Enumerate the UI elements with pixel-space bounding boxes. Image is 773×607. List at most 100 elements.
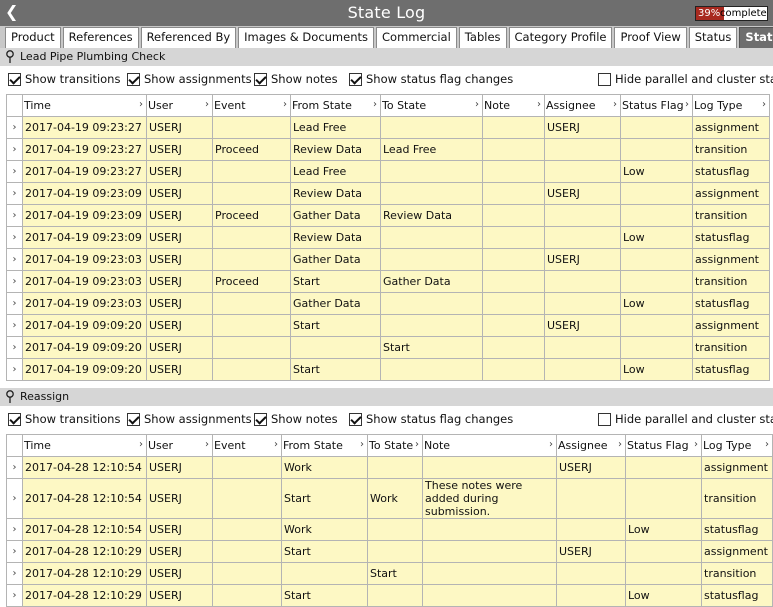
column-header-from-state[interactable]: From State › [281,434,368,457]
table-row[interactable]: › 2017-04-28 12:10:54 USERJ Work Low statusfl… [6,518,773,541]
row-expand-icon[interactable]: › [6,270,23,293]
row-expand-icon[interactable]: › [6,478,23,519]
row-expand-icon[interactable]: › [6,182,23,205]
table-row[interactable]: › 2017-04-28 12:10:29 USERJ Start Low statusf… [6,584,773,607]
column-sort-icon[interactable]: › [415,439,419,450]
table-row[interactable]: › 2017-04-19 09:09:20 USERJ Start transition [6,336,770,359]
column-header-user[interactable]: User › [146,434,213,457]
column-sort-icon[interactable]: › [762,99,766,110]
column-sort-icon[interactable]: › [694,439,698,450]
option-hide-parallel[interactable]: Hide parallel and cluster states [598,412,773,426]
tab-proof-view[interactable]: Proof View [614,27,687,48]
column-header-event[interactable]: Event › [212,94,291,117]
row-expand-icon[interactable]: › [6,248,23,271]
tab-status[interactable]: Status [688,27,738,48]
row-expand-icon[interactable]: › [6,314,23,337]
tab-referenced-by[interactable]: Referenced By [140,27,237,48]
pin-icon[interactable] [5,390,15,404]
table-row[interactable]: › 2017-04-28 12:10:54 USERJ Work USERJ assign… [6,456,773,479]
row-expand-icon[interactable]: › [6,292,23,315]
column-sort-icon[interactable]: › [537,99,541,110]
section-header[interactable]: Lead Pipe Plumbing Check [0,48,773,66]
column-header-time[interactable]: Time › [22,94,147,117]
row-expand-icon[interactable]: › [6,138,23,161]
tab-product[interactable]: Product [5,27,61,48]
column-header-log-type[interactable]: Log Type › [701,434,773,457]
row-expand-icon[interactable]: › [6,160,23,183]
column-sort-icon[interactable]: › [274,439,278,450]
option-assignments[interactable]: Show assignments [127,72,252,86]
column-header-time[interactable]: Time › [22,434,147,457]
table-row[interactable]: › 2017-04-19 09:23:09 USERJ Proceed Gather D… [6,204,770,227]
column-header-to-state[interactable]: To State › [380,94,483,117]
table-row[interactable]: › 2017-04-19 09:23:09 USERJ Review Data Low s… [6,226,770,249]
column-sort-icon[interactable]: › [139,439,143,450]
column-header-user[interactable]: User › [146,94,213,117]
tab-category-profile[interactable]: Category Profile [508,27,613,48]
row-expand-icon[interactable]: › [6,336,23,359]
column-header-assignee[interactable]: Assignee › [556,434,626,457]
table-row[interactable]: › 2017-04-28 12:10:54 USERJ Start Work These … [6,478,773,519]
checkbox-assignments[interactable] [127,73,140,86]
checkbox-status-flag[interactable] [349,73,362,86]
column-header-to-state[interactable]: To State › [367,434,423,457]
pin-icon[interactable] [5,50,15,64]
option-hide-parallel[interactable]: Hide parallel and cluster states [598,72,773,86]
option-assignments[interactable]: Show assignments [127,412,252,426]
column-header-event[interactable]: Event › [212,434,282,457]
tab-references[interactable]: References [62,27,139,48]
column-header-note[interactable]: Note › [482,94,545,117]
option-transitions[interactable]: Show transitions [8,72,120,86]
table-row[interactable]: › 2017-04-19 09:23:27 USERJ Proceed Review D… [6,138,770,161]
row-expand-icon[interactable]: › [6,358,23,381]
column-sort-icon[interactable]: › [549,439,553,450]
table-row[interactable]: › 2017-04-19 09:23:09 USERJ Review Data USER… [6,182,770,205]
row-expand-icon[interactable]: › [6,584,23,607]
row-expand-icon[interactable]: › [6,456,23,479]
column-sort-icon[interactable]: › [360,439,364,450]
table-row[interactable]: › 2017-04-19 09:09:20 USERJ Start USERJ assig… [6,314,770,337]
row-expand-icon[interactable]: › [6,204,23,227]
column-sort-icon[interactable]: › [618,439,622,450]
column-header-status-flag[interactable]: Status Flag › [620,94,693,117]
option-status-flag[interactable]: Show status flag changes [349,72,513,86]
table-row[interactable]: › 2017-04-19 09:23:03 USERJ Proceed Start Gat… [6,270,770,293]
tab-images-documents[interactable]: Images & Documents [238,27,374,48]
table-row[interactable]: › 2017-04-19 09:09:20 USERJ Start Low statusf… [6,358,770,381]
table-row[interactable]: › 2017-04-28 12:10:29 USERJ Start USERJ assig… [6,540,773,563]
checkbox-notes[interactable] [254,73,267,86]
column-sort-icon[interactable]: › [373,99,377,110]
column-header-log-type[interactable]: Log Type › [692,94,770,117]
table-row[interactable]: › 2017-04-19 09:23:27 USERJ Lead Free USERJ a… [6,116,770,139]
row-expand-icon[interactable]: › [6,562,23,585]
tab-state-log[interactable]: State Log [739,27,773,48]
column-header-status-flag[interactable]: Status Flag › [625,434,702,457]
column-header-from-state[interactable]: From State › [290,94,381,117]
column-sort-icon[interactable]: › [205,439,209,450]
checkbox-transitions[interactable] [8,73,21,86]
tab-commercial[interactable]: Commercial [376,27,457,48]
column-header-note[interactable]: Note › [422,434,557,457]
checkbox-hide-parallel[interactable] [598,73,611,86]
row-expand-icon[interactable]: › [6,518,23,541]
option-status-flag[interactable]: Show status flag changes [349,412,513,426]
table-row[interactable]: › 2017-04-19 09:23:03 USERJ Gather Data Low s… [6,292,770,315]
column-sort-icon[interactable]: › [139,99,143,110]
column-sort-icon[interactable]: › [765,439,769,450]
column-sort-icon[interactable]: › [613,99,617,110]
option-notes[interactable]: Show notes [254,72,338,86]
checkbox-status-flag[interactable] [349,413,362,426]
checkbox-assignments[interactable] [127,413,140,426]
table-row[interactable]: › 2017-04-28 12:10:29 USERJ Start transition [6,562,773,585]
column-sort-icon[interactable]: › [685,99,689,110]
checkbox-hide-parallel[interactable] [598,413,611,426]
column-sort-icon[interactable]: › [475,99,479,110]
column-sort-icon[interactable]: › [283,99,287,110]
section-header[interactable]: Reassign [0,388,773,406]
column-header-assignee[interactable]: Assignee › [544,94,621,117]
table-row[interactable]: › 2017-04-19 09:23:03 USERJ Gather Data USER… [6,248,770,271]
tab-tables[interactable]: Tables [458,27,507,48]
option-transitions[interactable]: Show transitions [8,412,120,426]
table-row[interactable]: › 2017-04-19 09:23:27 USERJ Lead Free Low sta… [6,160,770,183]
checkbox-notes[interactable] [254,413,267,426]
